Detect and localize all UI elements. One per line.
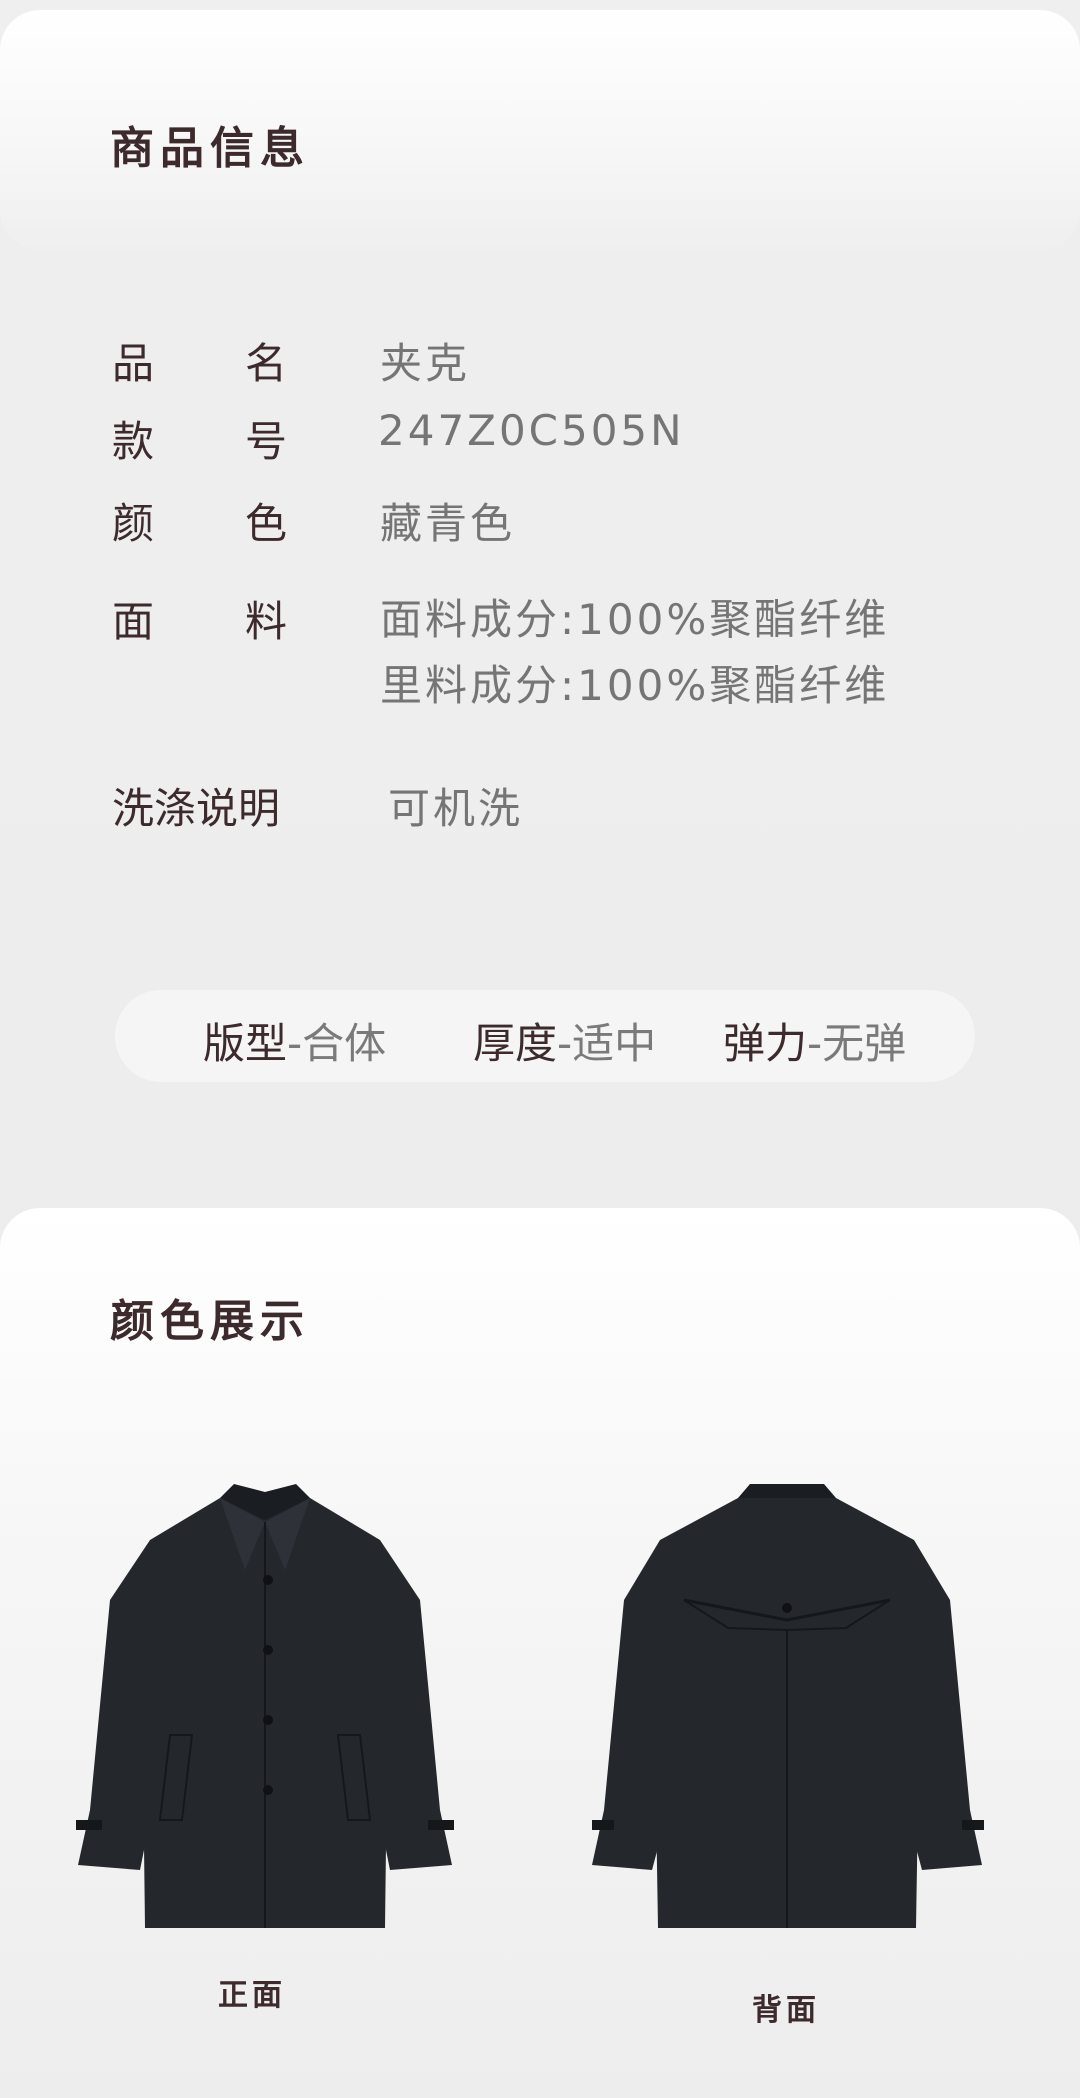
label-style-b: 号 [245,417,288,466]
label-fabric-b: 料 [245,597,288,646]
attr-elasticity: 弹力-无弹 [723,1010,906,1071]
label-wash: 洗涤说明 [112,784,281,833]
attr-elasticity-value: -无弹 [807,1019,907,1068]
attribute-pill: 版型-合体 厚度-适中 弹力-无弹 [115,990,975,1082]
attr-elasticity-key: 弹力 [723,1019,808,1068]
value-fabric-lining: 里料成分:100%聚酯纤维 [380,661,890,710]
attr-fit-value: -合体 [287,1019,387,1068]
attr-fit-key: 版型 [203,1019,288,1068]
coat-front-image [76,1484,454,1928]
label-name-b: 名 [245,339,288,388]
value-color: 藏青色 [380,499,516,548]
attr-thickness-key: 厚度 [473,1019,558,1068]
label-color-b: 色 [245,499,288,548]
value-product-name: 夹克 [380,339,471,388]
label-name-a: 品 [112,339,155,388]
label-color-a: 颜 [112,499,155,548]
attr-thickness: 厚度-适中 [473,1010,656,1071]
value-fabric-outer: 面料成分:100%聚酯纤维 [380,595,890,644]
coat-back-collar [738,1484,836,1498]
front-caption: 正面 [218,1978,286,2013]
coat-back-image [592,1484,984,1928]
attr-fit: 版型-合体 [203,1010,386,1071]
attr-thickness-value: -适中 [557,1019,657,1068]
product-info-title: 商品信息 [110,123,310,174]
value-style-number: 247Z0C505N [378,406,685,455]
back-caption: 背面 [752,1993,820,2028]
color-display-title: 颜色展示 [110,1296,310,1347]
label-fabric-a: 面 [112,597,155,646]
label-style-a: 款 [112,417,155,466]
value-wash: 可机洗 [388,784,524,833]
product-detail-page: 商品信息 品 名 夹克 款 号 247Z0C505N 颜 色 藏青色 面 料 面… [0,0,1080,2098]
